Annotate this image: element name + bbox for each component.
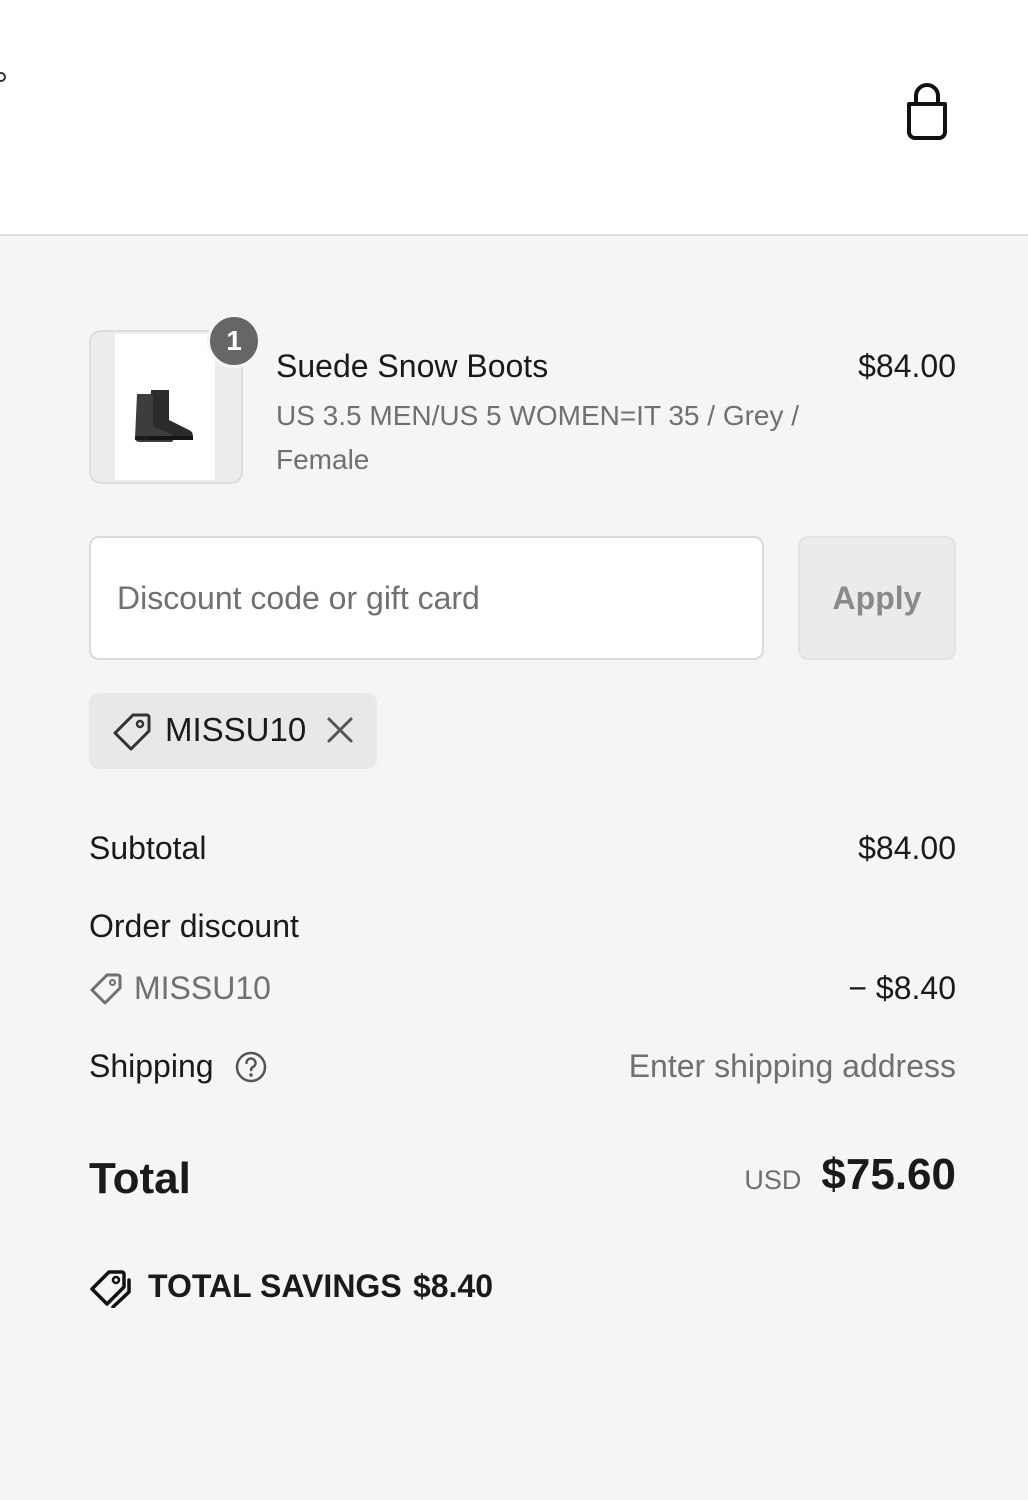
product-title: Suede Snow Boots xyxy=(276,348,549,384)
tag-icon xyxy=(113,713,151,751)
quantity-badge: 1 xyxy=(207,314,261,368)
total-label: Total xyxy=(89,1154,191,1203)
apply-button[interactable]: Apply xyxy=(798,536,956,660)
shopping-bag-icon[interactable] xyxy=(900,82,954,142)
shipping-label: Shipping xyxy=(89,1048,214,1084)
applied-discount-code: MISSU10 xyxy=(165,711,307,748)
order-discount-label: Order discount xyxy=(89,908,299,944)
subtotal-value: $84.00 xyxy=(858,830,956,866)
subtotal-label: Subtotal xyxy=(89,830,207,866)
total-amount: $75.60 xyxy=(821,1150,956,1199)
product-price: $84.00 xyxy=(858,348,956,384)
order-discount-code: MISSU10 xyxy=(134,970,271,1006)
discount-code-input[interactable] xyxy=(89,536,764,660)
order-discount-value: − $8.40 xyxy=(848,970,956,1006)
total-currency: USD xyxy=(744,1165,802,1195)
total-price: USD $75.60 xyxy=(744,1150,956,1200)
product-image-frame xyxy=(115,334,215,480)
boot-icon xyxy=(135,390,193,442)
applied-discount-chip: MISSU10 xyxy=(89,693,377,769)
edge-icon xyxy=(0,72,6,82)
question-circle-icon[interactable] xyxy=(234,1050,268,1084)
shipping-value: Enter shipping address xyxy=(628,1048,956,1084)
total-savings-label: TOTAL SAVINGS xyxy=(148,1268,402,1304)
order-summary: 1 Suede Snow Boots US 3.5 MEN/US 5 WOMEN… xyxy=(0,236,1028,1500)
total-savings-value: $8.40 xyxy=(413,1268,494,1304)
tag-icon xyxy=(90,973,122,1005)
product-variant: US 3.5 MEN/US 5 WOMEN=IT 35 / Grey / Fem… xyxy=(276,400,800,475)
header xyxy=(0,0,1028,236)
close-icon[interactable] xyxy=(325,715,355,745)
tags-icon xyxy=(90,1270,131,1308)
